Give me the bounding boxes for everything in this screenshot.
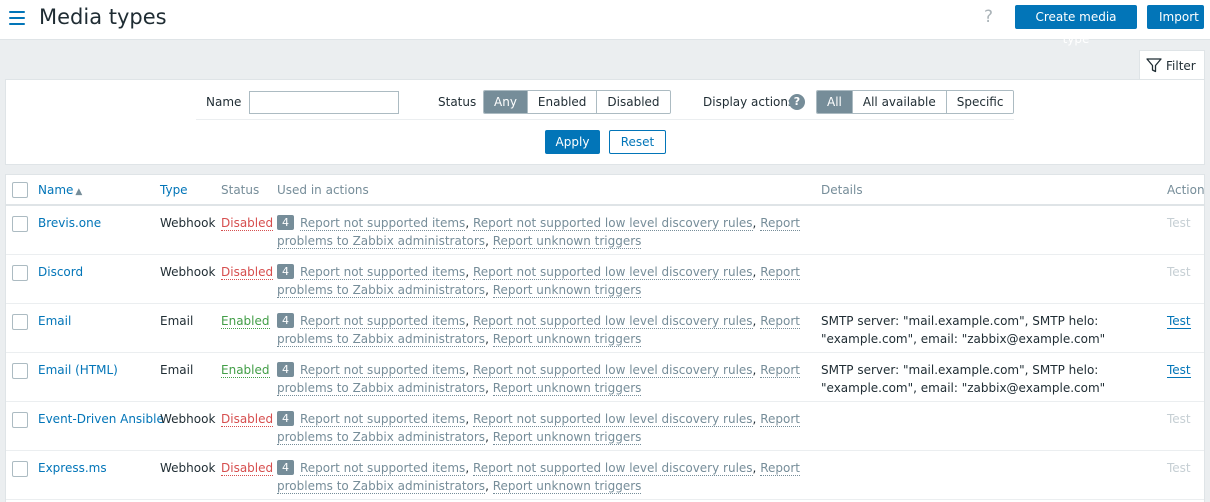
apply-button[interactable]: Apply xyxy=(545,130,600,154)
action-link[interactable]: Report not supported items xyxy=(300,264,466,280)
action-link[interactable]: Report unknown triggers xyxy=(492,429,642,445)
status-option-enabled[interactable]: Enabled xyxy=(527,91,598,113)
name-input[interactable] xyxy=(249,91,399,114)
table-row: Email (HTML) Email Enabled 4 Report not supp… xyxy=(6,352,1204,402)
action-link[interactable]: Report not supported low level discovery… xyxy=(472,264,753,280)
media-type-name-link[interactable]: Event-Driven Ansible xyxy=(38,412,164,426)
display-actions-option-specific[interactable]: Specific xyxy=(946,91,1014,113)
page-title: Media types xyxy=(39,5,167,29)
media-type-name-link[interactable]: Discord xyxy=(38,265,83,279)
action-link[interactable]: Report not supported low level discovery… xyxy=(472,313,753,329)
display-actions-option-all-available[interactable]: All available xyxy=(852,91,947,113)
select-all-checkbox[interactable] xyxy=(12,181,28,198)
media-type-type: Email xyxy=(160,362,194,377)
row-checkbox[interactable] xyxy=(12,313,28,330)
table-row: Discord Webhook Disabled 4 Report not suppor… xyxy=(6,254,1204,304)
action-link[interactable]: Report not supported items xyxy=(300,411,466,427)
row-checkbox[interactable] xyxy=(12,362,28,379)
media-type-type: Webhook xyxy=(160,411,216,426)
table-row: Event-Driven Ansible Webhook Disabled 4 Repo… xyxy=(6,401,1204,451)
actions-count-badge: 4 xyxy=(277,459,294,475)
status-option-disabled[interactable]: Disabled xyxy=(597,91,670,113)
actions-count-badge: 4 xyxy=(277,215,294,230)
action-link[interactable]: Report not supported low level discovery… xyxy=(472,460,753,476)
column-details: Details xyxy=(817,175,1163,206)
filter-tab[interactable]: Filter xyxy=(1139,50,1205,80)
import-button[interactable]: Import xyxy=(1147,5,1204,29)
action-link[interactable]: Report not supported items xyxy=(300,216,466,231)
action-link[interactable]: Report not supported items xyxy=(300,362,466,378)
name-label: Name xyxy=(206,95,242,109)
action-link[interactable]: Report unknown triggers xyxy=(492,380,642,396)
test-button: Test xyxy=(1167,216,1191,230)
filter-panel: Name Status Any Enabled Disabled Display… xyxy=(5,79,1205,165)
status-toggle[interactable]: Enabled xyxy=(221,362,270,378)
status-toggle[interactable]: Disabled xyxy=(221,264,274,280)
media-type-name-link[interactable]: Express.ms xyxy=(38,461,107,475)
table-row: Email Email Enabled 4 Report not supported i… xyxy=(6,303,1204,353)
display-actions-option-all[interactable]: All xyxy=(817,91,853,113)
filter-tab-label: Filter xyxy=(1166,58,1196,73)
status-segmented-control: Any Enabled Disabled xyxy=(483,90,671,114)
action-link[interactable]: Report unknown triggers xyxy=(492,282,642,298)
status-toggle[interactable]: Disabled xyxy=(221,216,274,231)
menu-icon[interactable] xyxy=(9,11,25,25)
media-type-type: Email xyxy=(160,313,194,328)
row-checkbox[interactable] xyxy=(12,460,28,477)
test-button[interactable]: Test xyxy=(1167,362,1191,378)
actions-count-badge: 4 xyxy=(277,312,294,328)
help-icon[interactable]: ? xyxy=(984,7,993,27)
test-button: Test xyxy=(1167,411,1191,426)
media-type-details: SMTP server: "mail.example.com", SMTP he… xyxy=(821,362,1106,395)
filter-icon xyxy=(1146,58,1162,73)
actions-count-badge: 4 xyxy=(277,410,294,426)
display-actions-label: Display actions xyxy=(703,95,795,109)
action-link[interactable]: Report unknown triggers xyxy=(492,234,642,249)
action-link[interactable]: Report not supported low level discovery… xyxy=(472,411,753,427)
action-link[interactable]: Report not supported low level discovery… xyxy=(472,216,753,231)
test-button: Test xyxy=(1167,460,1191,475)
row-checkbox[interactable] xyxy=(12,264,28,281)
column-action: Action xyxy=(1163,175,1204,206)
actions-count-badge: 4 xyxy=(277,361,294,377)
status-label: Status xyxy=(438,95,477,109)
media-type-type: Webhook xyxy=(160,216,216,230)
action-link[interactable]: Report not supported items xyxy=(300,460,466,476)
media-types-table: Name ▲ Type Status Used in actions Detail… xyxy=(5,174,1205,502)
question-icon[interactable]: ? xyxy=(789,94,805,110)
page-header: Media types ? Create media type Import xyxy=(0,0,1210,46)
table-row: Brevis.one Webhook Disabled 4 Report not sup… xyxy=(6,205,1204,255)
media-type-name-link[interactable]: Email (HTML) xyxy=(38,363,118,377)
row-checkbox[interactable] xyxy=(12,411,28,428)
actions-count-badge: 4 xyxy=(277,263,294,279)
column-used-in-actions: Used in actions xyxy=(273,175,817,206)
display-actions-segmented-control: All All available Specific xyxy=(816,90,1015,114)
column-name[interactable]: Name ▲ xyxy=(34,175,156,206)
column-type[interactable]: Type xyxy=(156,175,217,206)
status-option-any[interactable]: Any xyxy=(484,91,528,113)
create-media-type-button[interactable]: Create media type xyxy=(1015,5,1137,46)
action-link[interactable]: Report not supported items xyxy=(300,313,466,329)
media-type-details: SMTP server: "mail.example.com", SMTP he… xyxy=(821,313,1106,346)
table-header-row: Name ▲ Type Status Used in actions Detail… xyxy=(6,175,1204,206)
row-checkbox[interactable] xyxy=(12,216,28,232)
media-type-name-link[interactable]: Email xyxy=(38,314,71,328)
status-toggle[interactable]: Disabled xyxy=(221,411,274,427)
action-link[interactable]: Report unknown triggers xyxy=(492,331,642,347)
sort-ascending-icon: ▲ xyxy=(75,186,83,197)
media-type-type: Webhook xyxy=(160,460,216,475)
action-link[interactable]: Report unknown triggers xyxy=(492,478,642,494)
media-type-type: Webhook xyxy=(160,264,216,279)
table-row: Express.ms Webhook Disabled 4 Report not sup… xyxy=(6,450,1204,500)
test-button[interactable]: Test xyxy=(1167,313,1191,329)
column-status: Status xyxy=(217,175,273,206)
media-type-name-link[interactable]: Brevis.one xyxy=(38,216,101,230)
status-toggle[interactable]: Enabled xyxy=(221,313,270,329)
action-link[interactable]: Report not supported low level discovery… xyxy=(472,362,753,378)
reset-button[interactable]: Reset xyxy=(609,130,666,154)
status-toggle[interactable]: Disabled xyxy=(221,460,274,476)
filter-divider xyxy=(196,119,1014,120)
test-button: Test xyxy=(1167,264,1191,279)
